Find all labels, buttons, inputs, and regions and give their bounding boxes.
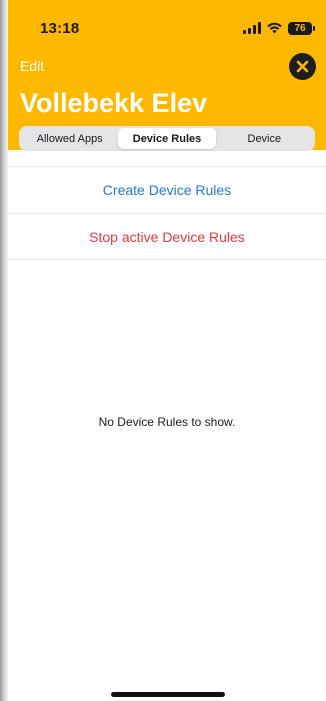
cellular-signal-icon	[243, 22, 261, 34]
wifi-icon	[267, 22, 282, 34]
app-screen: 13:18 76 Edit Vollebekk Elev Allowed App…	[0, 0, 326, 701]
battery-level: 76	[294, 22, 306, 34]
empty-state-message: No Device Rules to show.	[98, 415, 236, 429]
divider	[8, 213, 326, 214]
status-bar: 13:18 76	[8, 0, 326, 44]
close-icon	[296, 60, 309, 73]
tab-allowed-apps[interactable]: Allowed Apps	[21, 128, 118, 149]
divider	[8, 259, 326, 260]
close-button[interactable]	[289, 53, 316, 80]
status-icons: 76	[243, 21, 315, 35]
home-indicator[interactable]	[111, 692, 225, 697]
status-time: 13:18	[40, 20, 80, 37]
tab-device-rules[interactable]: Device Rules	[118, 128, 216, 149]
segmented-control: Allowed Apps Device Rules Device	[19, 126, 315, 151]
tab-device[interactable]: Device	[216, 128, 313, 149]
divider	[8, 166, 326, 167]
stop-device-rules-button[interactable]: Stop active Device Rules	[8, 229, 326, 245]
sheet-edge	[0, 0, 8, 701]
battery-icon: 76	[288, 21, 315, 35]
create-device-rules-button[interactable]: Create Device Rules	[8, 182, 326, 198]
edit-button[interactable]: Edit	[20, 58, 44, 74]
page-title: Vollebekk Elev	[20, 88, 208, 118]
